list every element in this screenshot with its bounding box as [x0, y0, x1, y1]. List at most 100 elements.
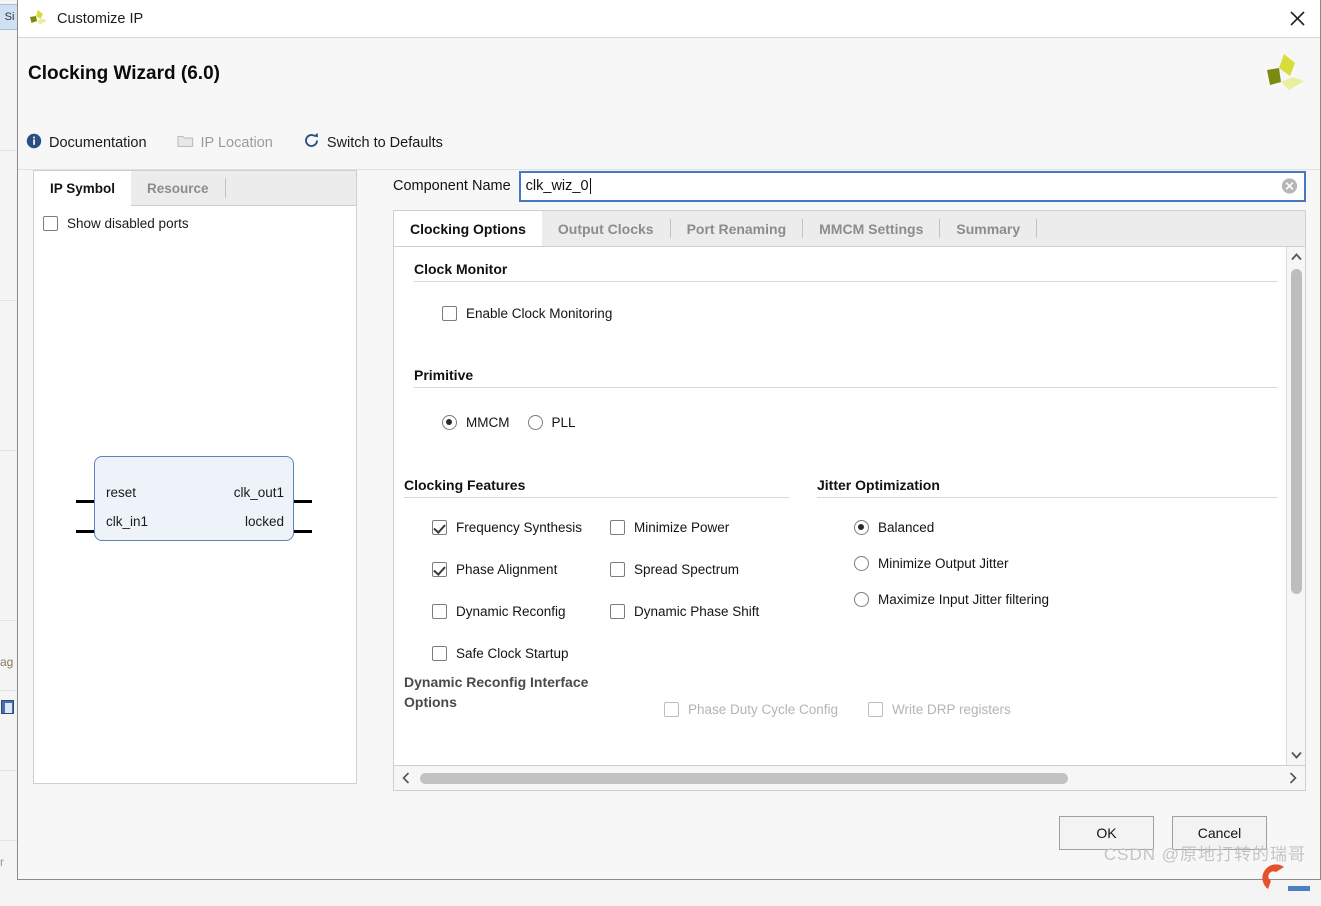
dynamic-reconfig-interface-heading-line2: Options — [404, 694, 457, 710]
tab-output-clocks[interactable]: Output Clocks — [542, 211, 670, 246]
features-jitter-columns: Clocking Features Frequency Synthesis Ph… — [394, 477, 1286, 680]
folder-icon — [176, 133, 194, 152]
jitter-balanced-label: Balanced — [878, 520, 935, 535]
text-caret — [589, 178, 591, 194]
dialog-body: IP Symbol Resource Show disabled ports r… — [18, 170, 1320, 800]
scroll-right-icon[interactable] — [1282, 766, 1304, 789]
ip-location-label: IP Location — [200, 134, 273, 151]
dynamic-phase-shift-label: Dynamic Phase Shift — [634, 604, 760, 619]
clear-circle-icon[interactable] — [1281, 178, 1298, 195]
horizontal-scrollbar-thumb[interactable] — [420, 773, 1068, 784]
jitter-maximize-input-radio[interactable] — [854, 592, 869, 607]
csdn-logo-icon — [1258, 859, 1310, 893]
primitive-radio-group: MMCM PLL — [442, 415, 1286, 430]
jitter-balanced-radio[interactable] — [854, 520, 869, 535]
tab-clocking-options[interactable]: Clocking Options — [394, 211, 542, 247]
tab-mmcm-settings-label: MMCM Settings — [819, 220, 924, 237]
page-title: Clocking Wizard (6.0) — [28, 63, 220, 84]
write-drp-registers-checkbox[interactable] — [868, 702, 883, 717]
dialog-toolbar: Documentation IP Location Switch to Defa… — [22, 130, 447, 155]
jitter-minimize-output-radio[interactable] — [854, 556, 869, 571]
dialog-titlebar: Customize IP — [18, 0, 1320, 38]
frequency-synthesis-checkbox[interactable] — [432, 520, 447, 535]
jitter-minimize-output-row[interactable]: Minimize Output Jitter — [854, 556, 1009, 571]
primitive-option-pll[interactable]: PLL — [527, 415, 576, 430]
tab-divider — [1036, 219, 1038, 238]
refresh-icon — [303, 132, 320, 153]
dynamic-reconfig-interface-heading-line1: Dynamic Reconfig Interface — [404, 674, 589, 690]
cancel-button-label: Cancel — [1197, 825, 1242, 841]
frequency-synthesis-row[interactable]: Frequency Synthesis — [432, 520, 582, 535]
primitive-option-mmcm[interactable]: MMCM — [442, 415, 510, 430]
scroll-up-icon[interactable] — [1287, 248, 1305, 266]
horizontal-scrollbar[interactable] — [393, 766, 1306, 791]
dynamic-reconfig-interface-section: Dynamic Reconfig Interface Options Phase… — [394, 674, 1286, 717]
port-label-clk-out1: clk_out1 — [233, 485, 284, 500]
left-panel-tabs: IP Symbol Resource — [34, 171, 356, 206]
minimize-power-checkbox[interactable] — [610, 520, 625, 535]
tab-port-renaming[interactable]: Port Renaming — [671, 211, 803, 246]
dynamic-reconfig-checkbox[interactable] — [432, 604, 447, 619]
scroll-down-icon[interactable] — [1287, 746, 1305, 764]
jitter-maximize-input-row[interactable]: Maximize Input Jitter filtering — [854, 592, 1049, 607]
primitive-mmcm-radio[interactable] — [442, 415, 457, 430]
phase-alignment-checkbox[interactable] — [432, 562, 447, 577]
enable-clock-monitoring-checkbox[interactable] — [442, 306, 457, 321]
close-icon[interactable] — [1274, 0, 1320, 37]
minimize-power-row[interactable]: Minimize Power — [610, 520, 729, 535]
clocking-features-grid: Frequency Synthesis Phase Alignment Dyna… — [394, 520, 809, 680]
dynamic-reconfig-row[interactable]: Dynamic Reconfig — [432, 604, 566, 619]
tab-clocking-options-label: Clocking Options — [410, 220, 526, 237]
show-disabled-ports-row[interactable]: Show disabled ports — [34, 206, 356, 231]
pin-locked — [294, 530, 312, 533]
pin-clk-in1 — [76, 530, 94, 533]
spread-spectrum-row[interactable]: Spread Spectrum — [610, 562, 739, 577]
tab-summary[interactable]: Summary — [940, 211, 1036, 246]
phase-duty-cycle-config-row[interactable]: Phase Duty Cycle Config — [664, 702, 838, 717]
ok-button[interactable]: OK — [1059, 816, 1154, 850]
ip-config-panel: Component Name clk_wiz_0 Clocking Option… — [393, 170, 1306, 791]
scroll-left-icon[interactable] — [395, 766, 417, 789]
tab-output-clocks-label: Output Clocks — [557, 220, 654, 237]
enable-clock-monitoring-row[interactable]: Enable Clock Monitoring — [442, 306, 1286, 321]
vertical-scrollbar-thumb[interactable] — [1291, 269, 1302, 594]
switch-to-defaults-label: Switch to Defaults — [326, 134, 443, 151]
safe-clock-startup-checkbox[interactable] — [432, 646, 447, 661]
clock-monitor-heading: Clock Monitor — [414, 261, 508, 277]
clocking-features-heading: Clocking Features — [404, 477, 526, 493]
documentation-button[interactable]: Documentation — [22, 131, 151, 155]
write-drp-registers-row[interactable]: Write DRP registers — [868, 702, 1011, 717]
vertical-scrollbar[interactable] — [1286, 247, 1305, 765]
documentation-label: Documentation — [49, 134, 147, 151]
info-icon — [26, 133, 42, 153]
port-label-clk-in1: clk_in1 — [106, 514, 149, 529]
spread-spectrum-checkbox[interactable] — [610, 562, 625, 577]
tab-ip-symbol[interactable]: IP Symbol — [34, 171, 132, 206]
dynamic-reconfig-label: Dynamic Reconfig — [456, 604, 566, 619]
dynamic-phase-shift-row[interactable]: Dynamic Phase Shift — [610, 604, 759, 619]
section-divider — [817, 497, 1278, 498]
cancel-button[interactable]: Cancel — [1172, 816, 1267, 850]
primitive-pll-radio[interactable] — [527, 415, 543, 430]
phase-alignment-row[interactable]: Phase Alignment — [432, 562, 557, 577]
dynamic-phase-shift-checkbox[interactable] — [610, 604, 625, 619]
tab-ip-symbol-label: IP Symbol — [50, 180, 116, 196]
safe-clock-startup-row[interactable]: Safe Clock Startup — [432, 646, 569, 661]
tab-resource[interactable]: Resource — [131, 171, 225, 205]
clocking-options-panel: Clock Monitor Enable Clock Monitoring Pr… — [393, 246, 1306, 766]
jitter-optimization-section: Jitter Optimization Balanced Minimize Ou… — [809, 477, 1286, 680]
clocking-features-section: Clocking Features Frequency Synthesis Ph… — [394, 477, 809, 680]
tab-mmcm-settings[interactable]: MMCM Settings — [803, 211, 939, 246]
ip-location-button[interactable]: IP Location — [173, 131, 277, 154]
component-name-input[interactable]: clk_wiz_0 — [518, 170, 1306, 202]
config-tabs: Clocking Options Output Clocks Port Rena… — [393, 210, 1306, 247]
brand-logo-icon — [1264, 52, 1306, 98]
component-name-row: Component Name clk_wiz_0 — [393, 170, 1306, 202]
show-disabled-ports-checkbox[interactable] — [43, 216, 58, 231]
phase-duty-cycle-config-checkbox[interactable] — [664, 702, 679, 717]
switch-to-defaults-button[interactable]: Switch to Defaults — [299, 130, 447, 155]
jitter-balanced-row[interactable]: Balanced — [854, 520, 934, 535]
background-text-fragment: ag — [0, 655, 14, 669]
jitter-minimize-output-label: Minimize Output Jitter — [878, 556, 1009, 571]
jitter-maximize-input-label: Maximize Input Jitter filtering — [878, 592, 1050, 607]
